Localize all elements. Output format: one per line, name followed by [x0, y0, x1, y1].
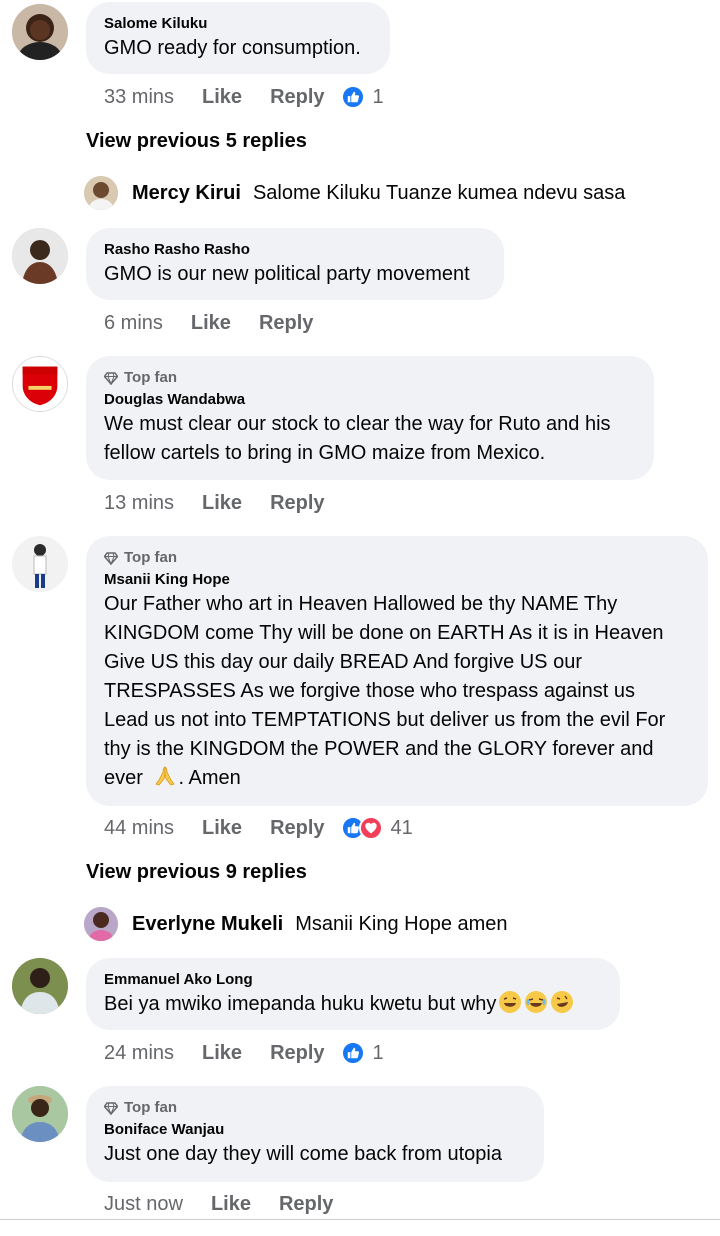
comment-text-last-line: ever . Amen: [104, 764, 690, 793]
top-fan-badge: Top fan: [104, 368, 636, 388]
reply-author[interactable]: Mercy Kirui: [132, 182, 241, 205]
comment-bubble: Salome Kiluku GMO ready for consumption.: [86, 2, 390, 74]
reaction-count: 41: [390, 816, 413, 839]
commenter-name[interactable]: Emmanuel Ako Long: [104, 970, 602, 990]
comment-text-line: Our Father who art in Heaven Hallowed be…: [104, 593, 618, 615]
commenter-name[interactable]: Rasho Rasho Rasho: [104, 240, 486, 260]
top-fan-badge: Top fan: [104, 548, 690, 568]
reply-button[interactable]: Reply: [270, 1042, 324, 1065]
reaction-count: 1: [372, 1041, 384, 1064]
like-button[interactable]: Like: [202, 86, 242, 109]
reply-button[interactable]: Reply: [270, 817, 324, 840]
comment-meta: 33 mins Like Reply 1: [104, 82, 384, 112]
heart-icon: [358, 816, 383, 840]
badge-label: Top fan: [124, 549, 178, 566]
comment-meta: Just now Like Reply: [104, 1189, 333, 1219]
reply-button[interactable]: Reply: [259, 312, 313, 335]
avatar-rasho[interactable]: [12, 228, 68, 284]
top-fan-badge: Top fan: [104, 1098, 526, 1118]
diamond-icon: [104, 372, 118, 385]
reply-item: Everlyne Mukeli Msanii King Hope amen: [84, 907, 508, 941]
comment-meta: 44 mins Like Reply 41: [104, 813, 413, 843]
like-button[interactable]: Like: [191, 312, 231, 335]
laughing-emoji: [551, 991, 574, 1013]
comment-meta: 13 mins Like Reply: [104, 488, 325, 518]
reaction-summary[interactable]: 1: [340, 85, 384, 109]
avatar-msanii[interactable]: [12, 536, 68, 592]
praying-hands-emoji: [155, 766, 176, 786]
avatar-douglas-arsenal-logo[interactable]: [12, 356, 68, 412]
reply-button[interactable]: Reply: [270, 492, 324, 515]
comment-text-line: We must clear our stock to clear the way…: [104, 413, 611, 435]
view-previous-replies[interactable]: View previous 9 replies: [86, 861, 307, 884]
badge-label: Top fan: [124, 369, 178, 386]
reply-text: Msanii King Hope amen: [295, 912, 508, 935]
reply-item: Mercy Kirui Salome Kiluku Tuanze kumea n…: [84, 176, 625, 210]
reply-author[interactable]: Everlyne Mukeli: [132, 913, 283, 936]
thumbs-up-icon: [340, 1041, 365, 1065]
like-button[interactable]: Like: [202, 1042, 242, 1065]
comment-time[interactable]: Just now: [104, 1193, 183, 1216]
laughing-emoji: [525, 991, 548, 1013]
commenter-name[interactable]: Boniface Wanjau: [104, 1120, 526, 1140]
like-button[interactable]: Like: [202, 817, 242, 840]
badge-label: Top fan: [124, 1099, 178, 1116]
avatar-everlyne[interactable]: [84, 907, 118, 941]
comment-text: Just one day they will come back from ut…: [104, 1143, 502, 1165]
comment-time[interactable]: 24 mins: [104, 1042, 174, 1065]
comment-time[interactable]: 13 mins: [104, 492, 174, 515]
reply-button[interactable]: Reply: [270, 86, 324, 109]
comment-text-line: Bei ya mwiko imepanda huku kwetu but why: [104, 990, 602, 1019]
reply-text: Salome Kiluku Tuanze kumea ndevu sasa: [252, 181, 626, 204]
comment-bubble: Top fan Boniface Wanjau Just one day the…: [86, 1086, 544, 1182]
comment-text-line: thy is the KINGDOM the POWER and the GLO…: [104, 738, 654, 760]
avatar-mercy[interactable]: [84, 176, 118, 210]
avatar-boniface[interactable]: [12, 1086, 68, 1142]
comment-text-line: Lead us not into TEMPTATIONS but deliver…: [104, 709, 666, 731]
comment-bubble: Top fan Msanii King Hope Our Father who …: [86, 536, 708, 806]
like-button[interactable]: Like: [211, 1193, 251, 1216]
comment-time[interactable]: 33 mins: [104, 86, 174, 109]
commenter-name[interactable]: Douglas Wandabwa: [104, 390, 636, 410]
view-previous-replies[interactable]: View previous 5 replies: [86, 130, 307, 153]
diamond-icon: [104, 552, 118, 565]
reaction-summary[interactable]: 41: [340, 816, 413, 840]
commenter-name[interactable]: Salome Kiluku: [104, 14, 372, 34]
text-fragment: . Amen: [178, 767, 241, 789]
comment-bubble: Top fan Douglas Wandabwa We must clear o…: [86, 356, 654, 480]
comment-text: GMO is our new political party movement: [104, 263, 470, 285]
text-fragment: Bei ya mwiko imepanda huku kwetu but why: [104, 993, 497, 1015]
reaction-summary[interactable]: 1: [340, 1041, 384, 1065]
comment-text-line: Give US this day our daily BREAD And for…: [104, 651, 582, 673]
comment-text-line: KINGDOM come Thy will be done on EARTH A…: [104, 622, 664, 644]
laughing-emoji: [499, 991, 522, 1013]
comment-input-divider: [0, 1219, 720, 1220]
reply-button[interactable]: Reply: [279, 1193, 333, 1216]
comment-text: GMO ready for consumption.: [104, 37, 361, 59]
text-fragment: ever: [104, 767, 143, 789]
comment-bubble: Emmanuel Ako Long Bei ya mwiko imepanda …: [86, 958, 620, 1030]
comment-meta: 24 mins Like Reply 1: [104, 1038, 384, 1068]
like-button[interactable]: Like: [202, 492, 242, 515]
commenter-name[interactable]: Msanii King Hope: [104, 570, 690, 590]
comment-time[interactable]: 44 mins: [104, 817, 174, 840]
thumbs-up-icon: [340, 85, 365, 109]
comment-time[interactable]: 6 mins: [104, 312, 163, 335]
comment-meta: 6 mins Like Reply: [104, 308, 313, 338]
comment-text-line: fellow cartels to bring in GMO maize fro…: [104, 442, 546, 464]
reaction-count: 1: [372, 85, 384, 108]
diamond-icon: [104, 1102, 118, 1115]
avatar-emmanuel[interactable]: [12, 958, 68, 1014]
comment-text-line: TRESPASSES As we forgive those who tresp…: [104, 680, 635, 702]
comment-bubble: Rasho Rasho Rasho GMO is our new politic…: [86, 228, 504, 300]
avatar-salome[interactable]: [12, 4, 68, 60]
